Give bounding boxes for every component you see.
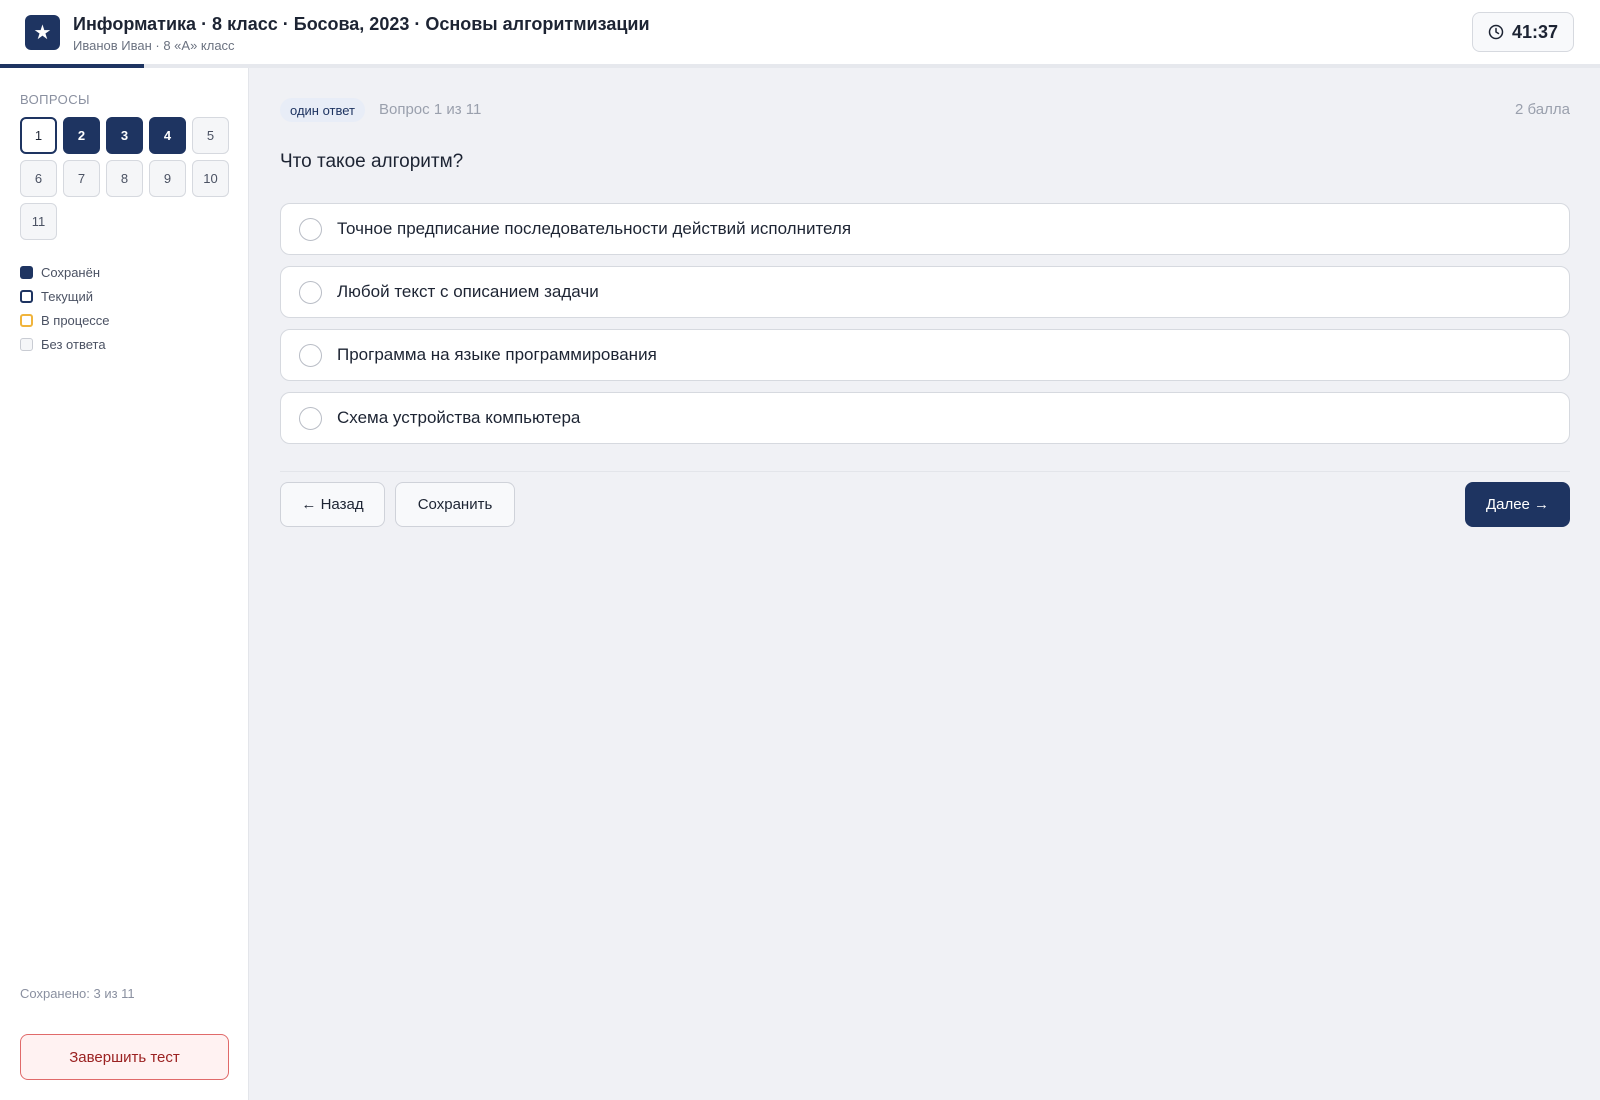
save-button[interactable]: Сохранить	[395, 482, 515, 527]
sidebar: ВОПРОСЫ 1 2 3 4 5 6 7 8 9 10 11 Сохранён…	[0, 68, 249, 1100]
header: ★ Информатика · 8 класс · Босова, 2023 ·…	[0, 0, 1600, 65]
timer: 41:37	[1472, 12, 1574, 52]
answer-option-label: Точное предписание последовательности де…	[337, 219, 852, 238]
legend-label: Сохранён	[41, 264, 101, 280]
answer-option-label: Схема устройства компьютера	[337, 408, 581, 427]
answer-option-label: Программа на языке программирования	[337, 345, 657, 364]
legend-item-current: Текущий	[20, 284, 110, 308]
question-points: 2 балла	[1515, 101, 1570, 118]
answer-option[interactable]: Любой текст с описанием задачи	[280, 266, 1570, 318]
legend-item-saved: Сохранён	[20, 260, 110, 284]
radio-button[interactable]	[299, 407, 322, 430]
question-button-9[interactable]: 9	[149, 160, 186, 197]
question-button-6[interactable]: 6	[20, 160, 57, 197]
legend-label: Текущий	[41, 288, 93, 304]
clock-icon	[1488, 24, 1504, 40]
question-button-4[interactable]: 4	[149, 117, 186, 154]
student-info: Иванов Иван · 8 «А» класс	[73, 38, 235, 53]
answer-option[interactable]: Точное предписание последовательности де…	[280, 203, 1570, 255]
sidebar-title: ВОПРОСЫ	[20, 92, 90, 107]
finish-test-button[interactable]: Завершить тест	[20, 1034, 229, 1080]
answer-option[interactable]: Программа на языке программирования	[280, 329, 1570, 381]
radio-button[interactable]	[299, 344, 322, 367]
question-button-2[interactable]: 2	[63, 117, 100, 154]
answer-option-label: Любой текст с описанием задачи	[337, 282, 599, 301]
back-button[interactable]: ← Назад	[280, 482, 385, 527]
saved-count: Сохранено: 3 из 11	[20, 986, 135, 1001]
legend: Сохранён Текущий В процессе Без ответа	[20, 260, 110, 356]
legend-label: Без ответа	[41, 336, 106, 352]
answer-options: Точное предписание последовательности де…	[280, 203, 1570, 455]
divider	[280, 471, 1570, 472]
radio-button[interactable]	[299, 218, 322, 241]
page-title: Информатика · 8 класс · Босова, 2023 · О…	[73, 14, 650, 34]
question-button-5[interactable]: 5	[192, 117, 229, 154]
question-button-7[interactable]: 7	[63, 160, 100, 197]
legend-swatch-in-progress	[20, 313, 33, 327]
answer-option[interactable]: Схема устройства компьютера	[280, 392, 1570, 444]
next-button[interactable]: Далее →	[1465, 482, 1570, 527]
question-button-10[interactable]: 10	[192, 160, 229, 197]
question-button-3[interactable]: 3	[106, 117, 143, 154]
legend-item-in-progress: В процессе	[20, 308, 110, 332]
question-text: Что такое алгоритм?	[280, 151, 464, 172]
legend-label: В процессе	[41, 312, 110, 328]
question-button-11[interactable]: 11	[20, 203, 57, 240]
answer-type-badge: один ответ	[280, 98, 365, 122]
star-icon: ★	[25, 15, 60, 50]
timer-value: 41:37	[1511, 21, 1559, 42]
legend-item-no-answer: Без ответа	[20, 332, 110, 356]
legend-swatch-current	[20, 289, 33, 303]
legend-swatch-no-answer	[20, 337, 33, 351]
question-button-8[interactable]: 8	[106, 160, 143, 197]
radio-button[interactable]	[299, 281, 322, 304]
question-button-1[interactable]: 1	[20, 117, 57, 154]
question-number: Вопрос 1 из 11	[379, 101, 482, 118]
question-grid: 1 2 3 4 5 6 7 8 9 10 11	[20, 117, 230, 240]
legend-swatch-saved	[20, 265, 33, 279]
